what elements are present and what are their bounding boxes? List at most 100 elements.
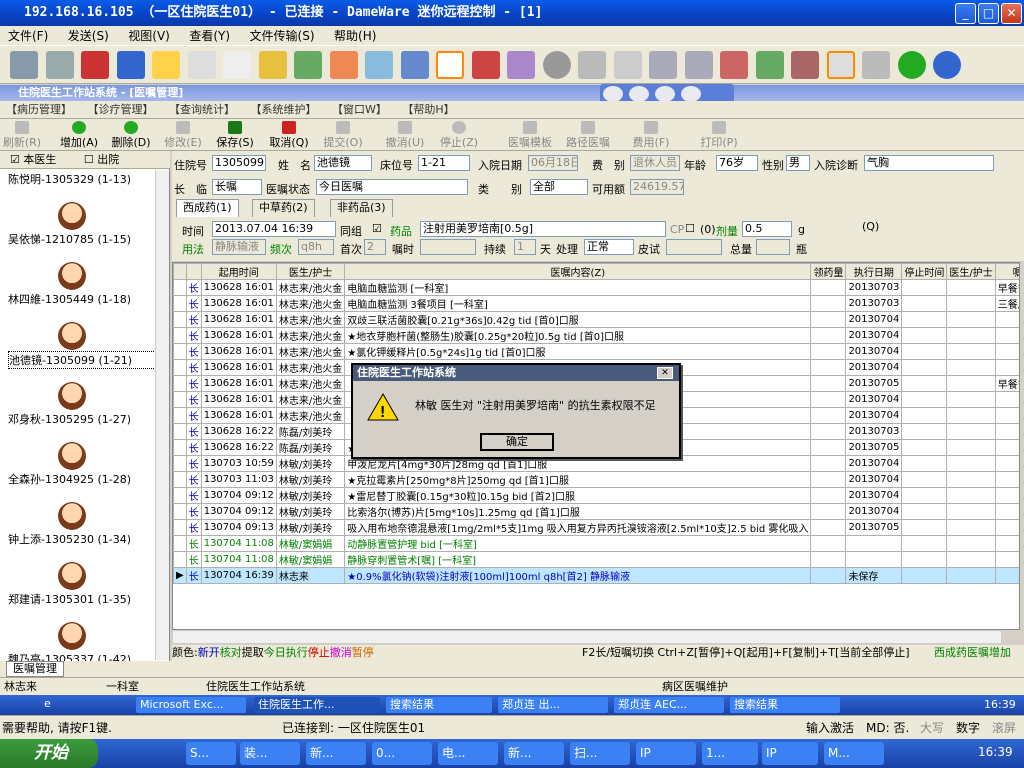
- table-cell[interactable]: [810, 359, 847, 376]
- patient-item[interactable]: 陈悦明-1305329 (1-13): [8, 171, 158, 187]
- table-cell[interactable]: [946, 295, 996, 312]
- table-cell[interactable]: 20130704: [845, 455, 903, 472]
- table-cell[interactable]: [994, 503, 1019, 520]
- table-cell[interactable]: [901, 519, 948, 536]
- table-row[interactable]: 长 130703 11:03 林敏/刘美玲 ★克拉霉素片[250mg*8片]250mg…: [173, 471, 1019, 488]
- table-cell[interactable]: 电脑血糖监测 3餐项目 [一科室]: [344, 295, 812, 312]
- table-cell[interactable]: [810, 279, 847, 296]
- menu-look[interactable]: 查看(Y): [181, 26, 238, 46]
- table-cell[interactable]: 静脉穿刺置管术[嘱] [一科室]: [344, 551, 812, 568]
- table-cell[interactable]: 长: [185, 327, 202, 344]
- table-cell[interactable]: 130628 16:01: [200, 407, 277, 424]
- table-cell[interactable]: [810, 343, 847, 360]
- menu-send[interactable]: 发送(S): [60, 26, 117, 46]
- table-cell[interactable]: 20130704: [845, 327, 903, 344]
- table-cell[interactable]: 130628 16:01: [200, 295, 277, 312]
- table-cell[interactable]: 长: [185, 503, 202, 520]
- table-cell[interactable]: 长: [185, 311, 202, 328]
- table-cell[interactable]: [810, 455, 847, 472]
- table-cell[interactable]: 长: [185, 359, 202, 376]
- task-search-2[interactable]: 搜索结果: [730, 697, 840, 713]
- paste-icon[interactable]: [684, 51, 713, 79]
- table-cell[interactable]: [994, 407, 1019, 424]
- minimize-button[interactable]: _: [955, 3, 976, 24]
- table-cell[interactable]: [946, 439, 996, 456]
- row-indicator[interactable]: [173, 391, 187, 408]
- table-cell[interactable]: [946, 343, 996, 360]
- time-field[interactable]: 2013.07.04 16:39: [212, 221, 336, 237]
- table-cell[interactable]: [901, 551, 948, 568]
- grid-horizontal-scrollbar[interactable]: [172, 630, 1002, 644]
- table-cell[interactable]: 长: [185, 567, 202, 584]
- table-cell[interactable]: 130703 11:03: [200, 471, 277, 488]
- table-cell[interactable]: 130704 09:13: [200, 519, 277, 536]
- table-cell[interactable]: ★克拉霉素片[250mg*8片]250mg qd [首1]口服: [344, 471, 812, 488]
- table-cell[interactable]: 20130705: [845, 519, 903, 536]
- table-cell[interactable]: 长: [185, 471, 202, 488]
- patient-item[interactable]: 钟上添-1305230 (1-34): [8, 531, 158, 547]
- disconnect-icon[interactable]: [45, 51, 74, 79]
- column-header[interactable]: 领药量: [810, 263, 847, 280]
- table-row[interactable]: 长 130704 09:12 林敏/刘美玲 ★雷尼替丁胶囊[0.15g*30粒]0.1…: [173, 487, 1019, 504]
- task-item[interactable]: 电...: [438, 742, 498, 765]
- table-cell[interactable]: [901, 567, 948, 584]
- column-header[interactable]: 嘱咐: [994, 263, 1019, 280]
- table-cell[interactable]: 林志来/池火金: [275, 359, 346, 376]
- table-row[interactable]: ▶ 长 130704 16:39 林志来 ★0.9%氯化钠(软袋)注射液[100ml]1…: [173, 567, 1019, 584]
- patient-item[interactable]: 林四維-1305449 (1-18): [8, 291, 158, 307]
- table-cell[interactable]: [901, 295, 948, 312]
- table-cell[interactable]: [946, 519, 996, 536]
- menu-file[interactable]: 文件(F): [0, 26, 56, 46]
- group-checkbox[interactable]: ☑: [372, 222, 382, 235]
- first-field[interactable]: 2: [364, 239, 386, 255]
- doc-tab-orders[interactable]: 医嘱管理: [6, 661, 64, 677]
- disc-icon[interactable]: [542, 51, 571, 79]
- table-cell[interactable]: 130628 16:22: [200, 423, 277, 440]
- table-cell[interactable]: 20130704: [845, 359, 903, 376]
- total-field[interactable]: [756, 239, 790, 255]
- table-cell[interactable]: [810, 487, 847, 504]
- menu-view[interactable]: 视图(V): [120, 26, 178, 46]
- patient-item[interactable]: 邓身秋-1305295 (1-27): [8, 411, 158, 427]
- column-header[interactable]: 医嘱内容(Z): [344, 263, 812, 280]
- table-cell[interactable]: 林志来/池火金: [275, 327, 346, 344]
- table-cell[interactable]: [901, 375, 948, 392]
- table-cell[interactable]: [946, 423, 996, 440]
- usage-field[interactable]: 静脉输液: [212, 239, 266, 255]
- table-cell[interactable]: [946, 455, 996, 472]
- task-item[interactable]: 新...: [504, 742, 564, 765]
- table-cell[interactable]: 未保存: [845, 567, 903, 584]
- table-cell[interactable]: [994, 551, 1019, 568]
- patient-item[interactable]: 全森孙-1304925 (1-28): [8, 471, 158, 487]
- column-header[interactable]: 执行日期: [845, 263, 903, 280]
- discharged-checkbox[interactable]: ☐: [84, 153, 94, 166]
- table-cell[interactable]: [901, 487, 948, 504]
- table-cell[interactable]: 130703 10:59: [200, 455, 277, 472]
- window-icon[interactable]: [826, 51, 855, 79]
- task-item[interactable]: 装...: [240, 742, 300, 765]
- table-cell[interactable]: 林志来/池火金: [275, 343, 346, 360]
- table-cell[interactable]: 林志来: [275, 567, 346, 584]
- table-cell[interactable]: [946, 551, 996, 568]
- duration-field[interactable]: 1: [514, 239, 536, 255]
- stop-button[interactable]: 停止(Z): [436, 121, 482, 149]
- table-cell[interactable]: [946, 391, 996, 408]
- ie-icon[interactable]: e: [44, 697, 51, 710]
- table-cell[interactable]: 早餐前: [994, 279, 1019, 296]
- table-cell[interactable]: 三餐后2h: [994, 295, 1019, 312]
- order-type-select[interactable]: 长嘱: [212, 179, 262, 195]
- table-row[interactable]: 长 130704 11:08 林敏/窦娟娟 静脉穿刺置管术[嘱] [一科室]: [173, 551, 1019, 568]
- table-cell[interactable]: 130704 11:08: [200, 551, 277, 568]
- freq-field[interactable]: q8h: [298, 239, 334, 255]
- table-cell[interactable]: 130628 16:01: [200, 391, 277, 408]
- keyboard-icon[interactable]: [329, 51, 358, 79]
- font-icon[interactable]: [223, 51, 251, 79]
- table-cell[interactable]: 130628 16:01: [200, 343, 277, 360]
- close-button[interactable]: ✕: [1001, 3, 1022, 24]
- table-cell[interactable]: 130704 09:12: [200, 487, 277, 504]
- table-cell[interactable]: 长: [185, 423, 202, 440]
- table-cell[interactable]: ★雷尼替丁胶囊[0.15g*30粒]0.15g bid [首2]口服: [344, 487, 812, 504]
- task-item[interactable]: IP: [636, 742, 696, 765]
- table-cell[interactable]: 130628 16:01: [200, 375, 277, 392]
- start-button[interactable]: 开始: [0, 739, 98, 768]
